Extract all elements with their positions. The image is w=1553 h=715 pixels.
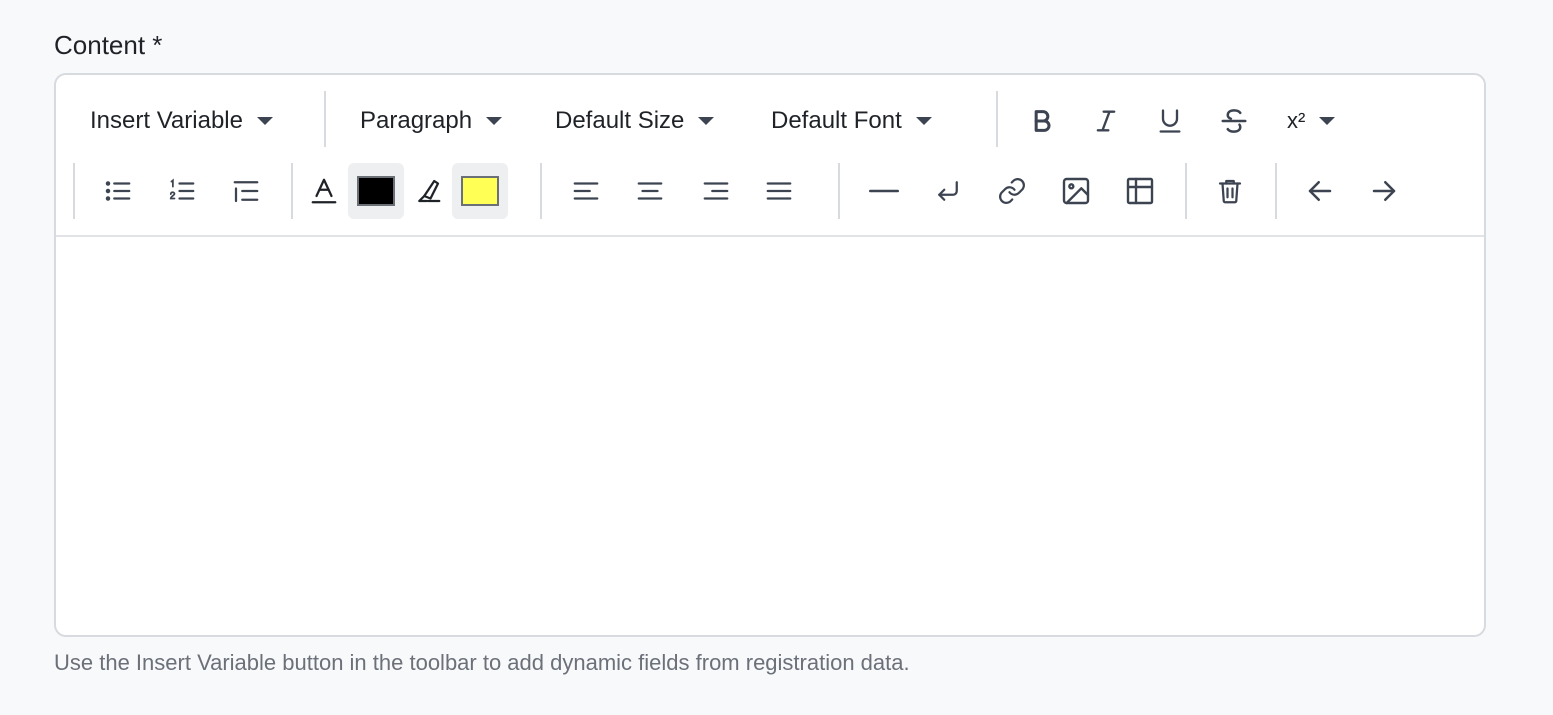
text-color-swatch [357, 176, 395, 206]
align-center-icon [637, 182, 663, 200]
align-justify-icon [766, 182, 792, 200]
insert-image-button[interactable] [1056, 171, 1096, 211]
toolbar-divider [324, 91, 326, 147]
outdent-icon [233, 181, 259, 203]
align-justify-button[interactable] [759, 171, 799, 211]
strikethrough-icon [1221, 109, 1247, 133]
align-left-button[interactable] [566, 171, 606, 211]
insert-variable-dropdown[interactable]: Insert Variable [90, 101, 273, 141]
rich-text-editor: Insert Variable Paragraph Default Size D… [54, 73, 1486, 637]
chevron-down-icon [915, 117, 932, 125]
insert-link-button[interactable] [992, 171, 1032, 211]
link-icon [999, 178, 1025, 204]
text-color-swatch-button[interactable] [348, 163, 404, 219]
undo-button[interactable] [1300, 171, 1340, 211]
chevron-down-icon [1319, 117, 1336, 125]
underline-button[interactable] [1150, 101, 1190, 141]
toolbar-divider [838, 163, 840, 219]
editor-toolbar: Insert Variable Paragraph Default Size D… [56, 75, 1484, 237]
insert-variable-label: Insert Variable [90, 107, 243, 134]
field-label: Content * [54, 30, 163, 60]
horizontal-rule-button[interactable] [864, 171, 904, 211]
italic-icon [1096, 110, 1116, 132]
highlight-button[interactable] [408, 171, 448, 211]
line-break-icon [938, 181, 958, 201]
toolbar-divider [1275, 163, 1277, 219]
field-help-text: Use the Insert Variable button in the to… [54, 650, 910, 675]
chevron-down-icon [256, 117, 273, 125]
image-icon [1062, 177, 1090, 205]
text-color-button[interactable] [304, 171, 344, 211]
toolbar-divider [1185, 163, 1187, 219]
numbered-list-button[interactable] [162, 171, 202, 211]
arrow-right-icon [1372, 181, 1396, 201]
line-break-button[interactable] [928, 171, 968, 211]
align-right-icon [703, 182, 729, 200]
bullet-list-icon [105, 181, 131, 201]
align-left-icon [573, 182, 599, 200]
align-right-button[interactable] [696, 171, 736, 211]
editor-content-area[interactable] [56, 237, 1484, 635]
toolbar-divider [996, 91, 998, 147]
font-family-dropdown[interactable]: Default Font [771, 101, 932, 141]
highlight-color-swatch [461, 176, 499, 206]
highlighter-icon [418, 179, 441, 203]
clear-formatting-button[interactable] [1210, 171, 1250, 211]
font-size-dropdown[interactable]: Default Size [555, 101, 715, 141]
toolbar-divider [291, 163, 293, 219]
italic-button[interactable] [1086, 101, 1126, 141]
arrow-left-icon [1308, 181, 1332, 201]
text-color-icon [311, 178, 337, 204]
insert-table-button[interactable] [1120, 171, 1160, 211]
numbered-list-icon [169, 178, 195, 200]
toolbar-divider [540, 163, 542, 219]
chevron-down-icon [486, 117, 503, 125]
horizontal-rule-icon [869, 189, 899, 193]
block-format-label: Paragraph [360, 107, 473, 134]
bold-icon [1034, 110, 1051, 132]
font-size-label: Default Size [555, 107, 685, 134]
bold-button[interactable] [1022, 101, 1062, 141]
align-center-button[interactable] [630, 171, 670, 211]
toolbar-divider [73, 163, 75, 219]
block-format-dropdown[interactable]: Paragraph [360, 101, 503, 141]
outdent-button[interactable] [226, 171, 266, 211]
table-icon [1126, 177, 1154, 205]
strikethrough-button[interactable] [1214, 101, 1254, 141]
chevron-down-icon [698, 117, 715, 125]
redo-button[interactable] [1364, 171, 1404, 211]
script-dropdown[interactable]: x² [1287, 101, 1336, 141]
font-family-label: Default Font [771, 107, 902, 134]
bullet-list-button[interactable] [98, 171, 138, 211]
superscript-icon: x² [1287, 108, 1306, 133]
highlight-color-swatch-button[interactable] [452, 163, 508, 219]
underline-icon [1159, 109, 1181, 133]
trash-icon [1218, 179, 1242, 204]
